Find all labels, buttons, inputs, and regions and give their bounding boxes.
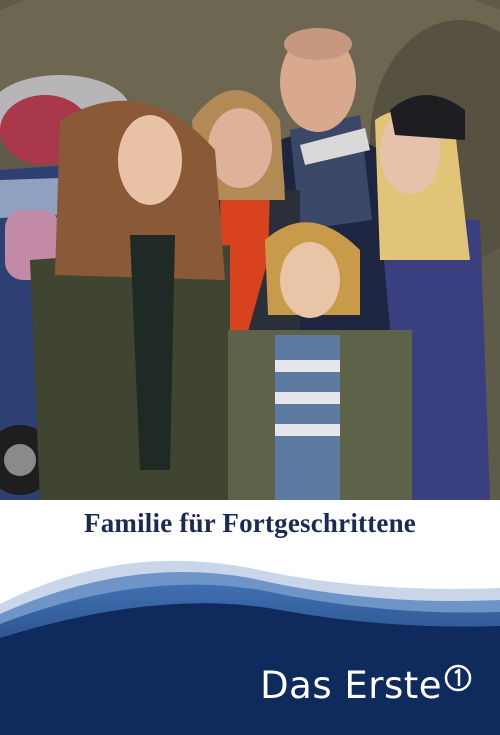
channel-brand: Das Erste	[260, 664, 472, 707]
movie-title: Familie für Fortgeschrittene	[84, 508, 416, 538]
ard-one-icon	[444, 664, 472, 691]
family-photo-illustration	[0, 0, 500, 500]
poster: Familie für Fortgeschrittene Das Erste	[0, 0, 500, 735]
family-photo	[0, 0, 500, 500]
channel-name: Das Erste	[260, 664, 442, 707]
